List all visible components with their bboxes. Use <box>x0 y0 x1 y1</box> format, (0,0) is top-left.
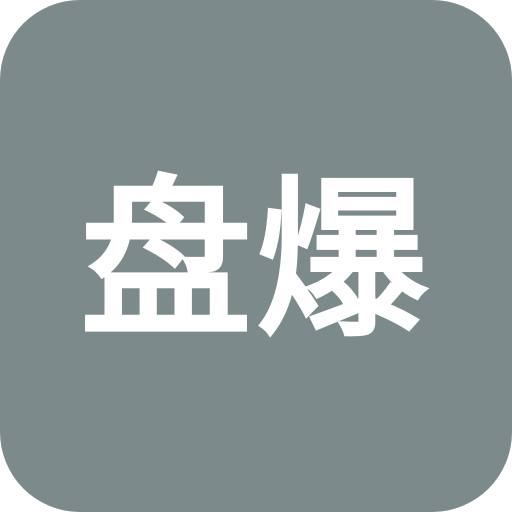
app-icon-label: 盘爆 <box>80 160 432 361</box>
app-icon[interactable]: 盘爆 <box>0 0 512 512</box>
